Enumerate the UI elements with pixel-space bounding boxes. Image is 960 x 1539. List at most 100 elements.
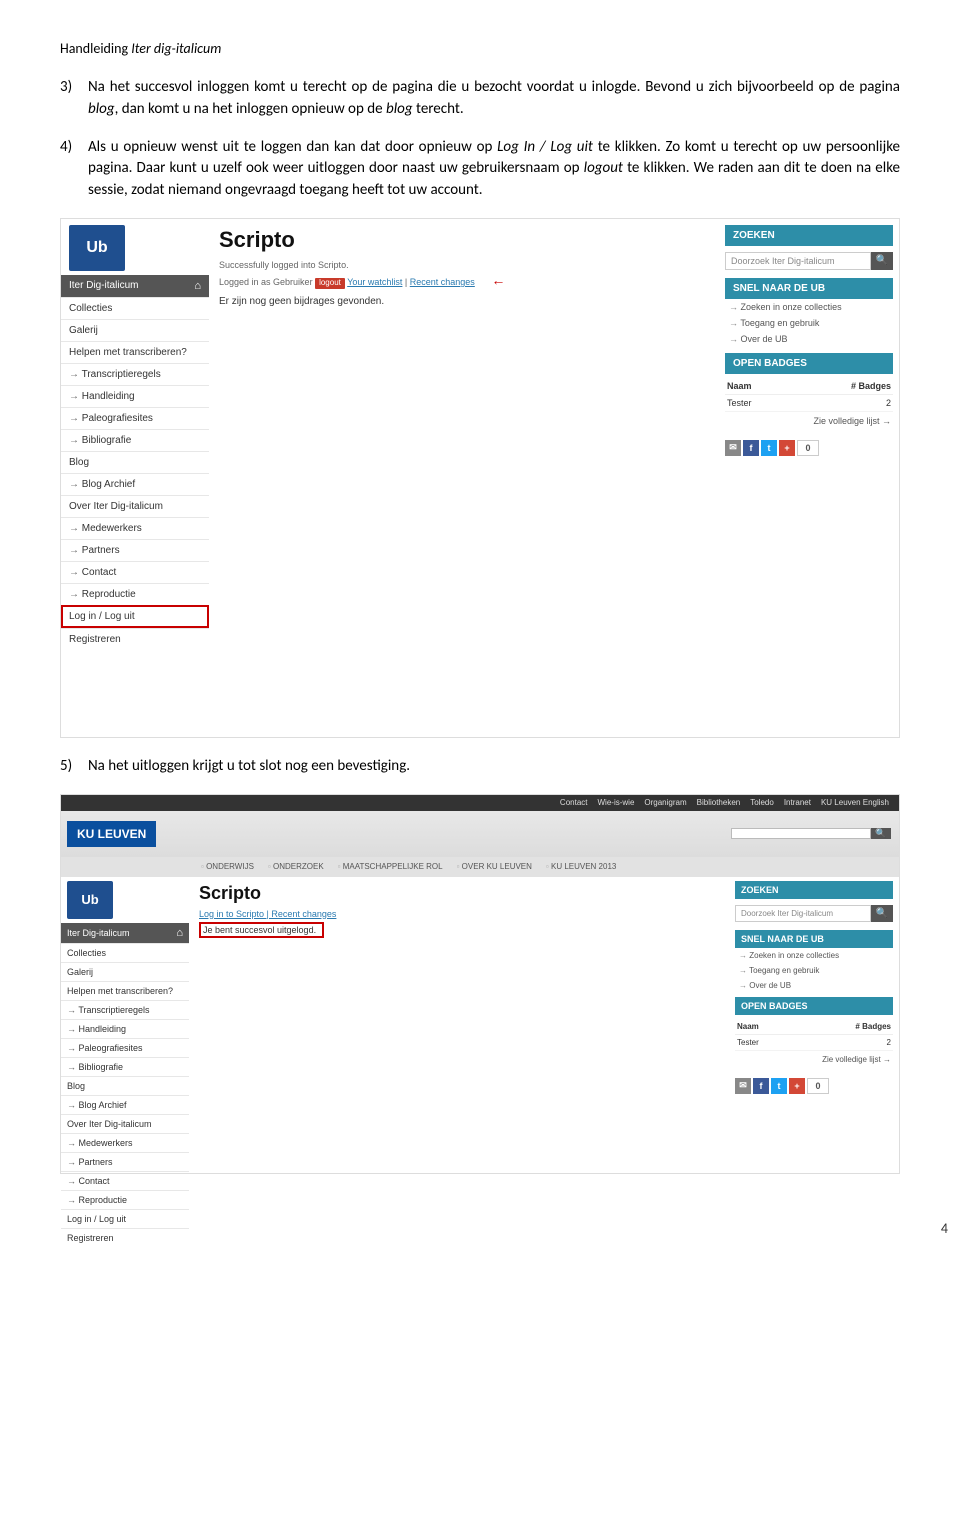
badges-header: Naam# Badges [735, 1019, 893, 1035]
topnav-link[interactable]: Organigram [644, 798, 686, 807]
share-count: 0 [807, 1078, 829, 1094]
sidebar-item[interactable]: Blog [61, 451, 209, 473]
badges-table: Naam# Badges Tester2 [735, 1019, 893, 1051]
scripto-title: Scripto [199, 883, 719, 904]
search-button[interactable]: 🔍 [871, 905, 893, 922]
snel-head: SNEL NAAR DE UB [735, 930, 893, 948]
menu-item[interactable]: OVER KU LEUVEN [457, 862, 532, 871]
sidebar-item[interactable]: Blog Archief [61, 1095, 189, 1114]
topnav-link[interactable]: Wie-is-wie [598, 798, 635, 807]
sidebar-head[interactable]: Iter Dig-italicum ⌂ [61, 275, 209, 297]
menu-item[interactable]: ONDERWIJS [201, 862, 254, 871]
quick-link[interactable]: Zoeken in onze collecties [735, 948, 893, 963]
sidebar-item[interactable]: Transcriptieregels [61, 363, 209, 385]
list-number: 3) [60, 77, 88, 121]
sidebar-item[interactable]: Over Iter Dig-italicum [61, 1114, 189, 1133]
menu-item[interactable]: ONDERZOEK [268, 862, 324, 871]
sidebar-item[interactable]: Helpen met transcriberen? [61, 981, 189, 1000]
sidebar-item[interactable]: Blog [61, 1076, 189, 1095]
sidebar-item[interactable]: Log in / Log uit [61, 1209, 189, 1228]
sidebar-list: CollectiesGalerijHelpen met transcribere… [61, 943, 189, 1247]
sidebar-item[interactable]: Handleiding [61, 385, 209, 407]
main-menu: ONDERWIJS ONDERZOEK MAATSCHAPPELIJKE ROL OV… [61, 857, 899, 877]
topnav-link[interactable]: Toledo [750, 798, 774, 807]
sidebar-item[interactable]: Reproductie [61, 1190, 189, 1209]
share-count: 0 [797, 440, 819, 456]
menu-item[interactable]: KU LEUVEN 2013 [546, 862, 616, 871]
quick-link[interactable]: Toegang en gebruik [725, 315, 893, 331]
search-row: Doorzoek Iter Dig-italicum 🔍 [725, 252, 893, 270]
sidebar-item[interactable]: Registreren [61, 1228, 189, 1247]
sidebar-item[interactable]: Medewerkers [61, 1133, 189, 1152]
list-item-5: 5) Na het uitloggen krijgt u tot slot no… [60, 756, 900, 778]
sidebar-item[interactable]: Bibliografie [61, 1057, 189, 1076]
sidebar-item[interactable]: Over Iter Dig-italicum [61, 495, 209, 517]
list-item-3: 3) Na het succesvol inloggen komt u tere… [60, 77, 900, 121]
facebook-icon[interactable]: f [743, 440, 759, 456]
logout-confirm-box: Je bent succesvol uitgelogd. [199, 922, 324, 938]
sidebar-item[interactable]: Paleografiesites [61, 1038, 189, 1057]
sidebar-item[interactable]: Partners [61, 539, 209, 561]
quick-link[interactable]: Over de UB [735, 978, 893, 993]
sidebar-item-login[interactable]: Log in / Log uit [61, 605, 209, 628]
top-search-button[interactable]: 🔍 [871, 828, 891, 839]
top-search-input[interactable] [731, 828, 871, 839]
topnav-link[interactable]: Bibliotheken [697, 798, 741, 807]
full-list-link[interactable]: Zie volledige lijst [725, 412, 893, 430]
sidebar-item[interactable]: Paleografiesites [61, 407, 209, 429]
open-badges-head: OPEN BADGES [725, 353, 893, 374]
logout-chip[interactable]: logout [315, 278, 345, 289]
quick-link[interactable]: Toegang en gebruik [735, 963, 893, 978]
ku-leuven-logo[interactable]: KU LEUVEN [67, 821, 156, 847]
sidebar-item[interactable]: Blog Archief [61, 473, 209, 495]
sidebar-item[interactable]: Medewerkers [61, 517, 209, 539]
sidebar-item[interactable]: Contact [61, 1171, 189, 1190]
home-icon[interactable]: ⌂ [176, 927, 183, 939]
sidebar-item[interactable]: Helpen met transcriberen? [61, 341, 209, 363]
topnav-link[interactable]: KU Leuven English [821, 798, 889, 807]
sidebar-item[interactable]: Reproductie [61, 583, 209, 605]
menu-item[interactable]: MAATSCHAPPELIJKE ROL [338, 862, 443, 871]
sidebar-item[interactable]: Bibliografie [61, 429, 209, 451]
sidebar-item[interactable]: Handleiding [61, 1019, 189, 1038]
sidebar-item[interactable]: Transcriptieregels [61, 1000, 189, 1019]
search-icon: 🔍 [876, 908, 888, 919]
sidebar-item[interactable]: Galerij [61, 319, 209, 341]
plus-icon[interactable]: + [779, 440, 795, 456]
open-badges-head: OPEN BADGES [735, 997, 893, 1015]
list-body: Na het succesvol inloggen komt u terecht… [88, 77, 900, 121]
right-panel: ZOEKEN Doorzoek Iter Dig-italicum 🔍 SNEL… [719, 219, 899, 737]
full-list-link[interactable]: Zie volledige lijst [735, 1051, 893, 1068]
twitter-icon[interactable]: t [771, 1078, 787, 1094]
quick-link[interactable]: Over de UB [725, 331, 893, 347]
quick-link[interactable]: Zoeken in onze collecties [725, 299, 893, 315]
sidebar-item[interactable]: Collecties [61, 297, 209, 319]
list-item-4: 4) Als u opnieuw wenst uit te loggen dan… [60, 137, 900, 202]
sidebar-item[interactable]: Galerij [61, 962, 189, 981]
sidebar-item[interactable]: Registreren [61, 628, 209, 650]
watchlist-link[interactable]: Your watchlist [347, 277, 402, 287]
sidebar-item[interactable]: Contact [61, 561, 209, 583]
search-input[interactable]: Doorzoek Iter Dig-italicum [735, 905, 871, 922]
search-icon: 🔍 [876, 255, 888, 266]
recent-changes-link[interactable]: Recent changes [410, 277, 475, 287]
search-button[interactable]: 🔍 [871, 252, 893, 270]
mail-icon[interactable]: ✉ [725, 440, 741, 456]
sidebar-head[interactable]: Iter Dig-italicum ⌂ [61, 923, 189, 943]
twitter-icon[interactable]: t [761, 440, 777, 456]
sidebar-item[interactable]: Partners [61, 1152, 189, 1171]
header-italic: Iter dig-italicum [131, 40, 221, 57]
badges-header: Naam# Badges [725, 378, 893, 395]
facebook-icon[interactable]: f [753, 1078, 769, 1094]
home-icon[interactable]: ⌂ [194, 280, 201, 292]
login-status: Successfully logged into Scripto. Logged… [219, 259, 709, 290]
plus-icon[interactable]: + [789, 1078, 805, 1094]
topnav-link[interactable]: Contact [560, 798, 588, 807]
top-search: 🔍 [731, 828, 891, 839]
sidebar-item[interactable]: Collecties [61, 943, 189, 962]
topnav-link[interactable]: Intranet [784, 798, 811, 807]
mail-icon[interactable]: ✉ [735, 1078, 751, 1094]
list-number: 5) [60, 756, 88, 778]
list-number: 4) [60, 137, 88, 202]
search-input[interactable]: Doorzoek Iter Dig-italicum [725, 252, 871, 270]
